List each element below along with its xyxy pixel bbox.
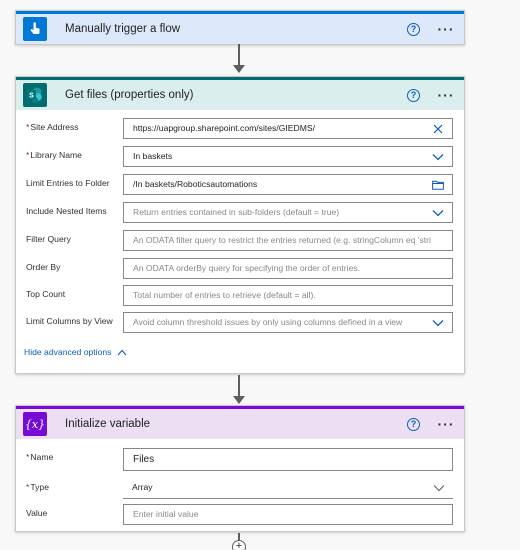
help-icon[interactable]: ? [407,22,420,36]
add-step-button[interactable]: + [232,540,246,550]
chevron-down-icon[interactable] [432,481,446,495]
filter-query-row: Filter Query An ODATA filter query to re… [16,230,464,252]
limit-folder-row: Limit Entries to Folder /In baskets/Robo… [16,174,464,196]
hide-advanced-options-label: Hide advanced options [24,347,112,357]
variable-value-label: Value [26,508,48,518]
initialize-variable-card-title: Initialize variable [65,418,151,430]
get-files-card[interactable]: S Get files (properties only) ? ··· *Sit… [15,76,465,374]
order-by-input[interactable]: An ODATA orderBy query for specifying th… [123,258,453,279]
variable-type-value: Array [132,482,153,492]
flow-designer-canvas: Manually trigger a flow ? ··· S Get file… [0,0,520,550]
nested-items-label: Include Nested Items [26,206,107,216]
library-name-label: *Library Name [26,150,82,160]
touch-hand-icon [23,17,47,41]
get-files-card-header[interactable]: S Get files (properties only) ? ··· [16,77,464,110]
connector-line [238,375,240,397]
connector-line [238,44,240,66]
site-address-field[interactable]: https://uapgroup.sharepoint.com/sites/GI… [123,118,453,139]
more-options-icon[interactable]: ··· [434,88,458,102]
site-address-row: *Site Address https://uapgroup.sharepoin… [16,118,464,140]
trigger-card-title: Manually trigger a flow [65,23,181,35]
chevron-down-icon[interactable] [431,316,445,330]
initialize-variable-card[interactable]: {x} Initialize variable ? ··· *Name File… [15,405,465,532]
help-icon[interactable]: ? [407,88,420,102]
trigger-card-header[interactable]: Manually trigger a flow ? ··· [16,11,464,44]
more-options-icon[interactable]: ··· [434,22,458,36]
variable-icon: {x} [23,412,47,436]
filter-query-label: Filter Query [26,234,71,244]
variable-icon-glyph: {x} [24,417,46,431]
help-icon[interactable]: ? [407,417,420,431]
top-count-label: Top Count [26,289,66,299]
variable-value-input[interactable]: Enter initial value [123,504,453,525]
variable-name-value: Files [133,454,155,465]
limit-columns-placeholder: Avoid column threshold issues by only us… [133,317,403,327]
variable-value-row: Value Enter initial value [16,504,464,526]
order-by-row: Order By An ODATA orderBy query for spec… [16,258,464,280]
order-by-label: Order By [26,262,61,272]
nested-items-dropdown[interactable]: Return entries contained in sub-folders … [123,202,453,223]
limit-folder-field[interactable]: /In baskets/Roboticsautomations [123,174,453,195]
more-options-icon[interactable]: ··· [434,417,458,431]
connector-arrow-icon [233,396,245,404]
sharepoint-letter: S [29,93,34,100]
library-name-value: In baskets [133,151,173,161]
filter-query-placeholder: An ODATA filter query to restrict the en… [133,235,431,245]
connector-arrow-icon [233,65,245,73]
site-address-label: *Site Address [26,122,79,132]
library-name-dropdown[interactable]: In baskets [123,146,453,167]
hide-advanced-options-link[interactable]: Hide advanced options [24,347,127,357]
clear-icon[interactable] [431,122,445,136]
top-count-input[interactable]: Total number of entries to retrieve (def… [123,285,453,306]
variable-name-row: *Name Files [16,448,464,471]
chevron-down-icon[interactable] [431,150,445,164]
top-count-placeholder: Total number of entries to retrieve (def… [133,290,316,300]
sharepoint-icon: S [23,83,47,107]
chevron-up-icon [118,349,127,355]
filter-query-input[interactable]: An ODATA filter query to restrict the en… [123,230,453,251]
site-address-value: https://uapgroup.sharepoint.com/sites/GI… [133,123,315,133]
top-count-row: Top Count Total number of entries to ret… [16,285,464,307]
nested-items-row: Include Nested Items Return entries cont… [16,202,464,224]
limit-columns-dropdown[interactable]: Avoid column threshold issues by only us… [123,312,453,333]
library-name-row: *Library Name In baskets [16,146,464,168]
limit-folder-value: /In baskets/Roboticsautomations [133,179,258,189]
variable-name-label: *Name [26,452,54,462]
order-by-placeholder: An ODATA orderBy query for specifying th… [133,263,361,273]
trigger-card[interactable]: Manually trigger a flow ? ··· [15,10,465,45]
initialize-variable-card-header[interactable]: {x} Initialize variable ? ··· [16,406,464,439]
variable-value-placeholder: Enter initial value [133,509,199,519]
variable-type-row: *Type Array [16,478,464,500]
variable-type-label: *Type [26,482,49,492]
variable-type-dropdown[interactable]: Array [123,478,453,499]
nested-items-placeholder: Return entries contained in sub-folders … [133,207,340,217]
limit-columns-label: Limit Columns by View [26,316,113,326]
limit-columns-row: Limit Columns by View Avoid column thres… [16,312,464,334]
limit-folder-label: Limit Entries to Folder [26,178,110,188]
chevron-down-icon[interactable] [431,206,445,220]
folder-icon[interactable] [431,178,445,192]
get-files-card-title: Get files (properties only) [65,89,194,101]
variable-name-input[interactable]: Files [123,448,453,471]
